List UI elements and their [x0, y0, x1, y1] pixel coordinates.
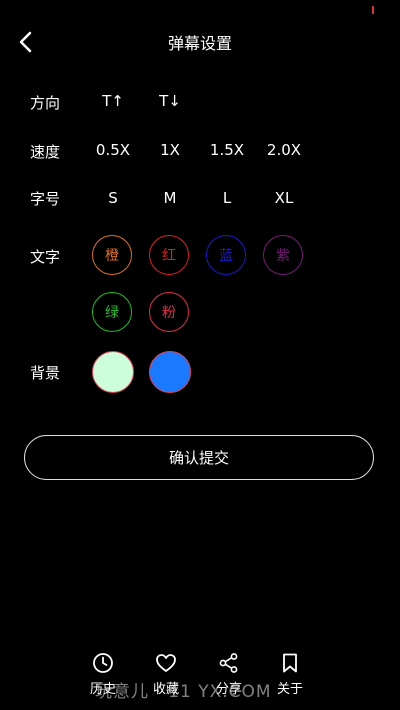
page-title: 弹幕设置	[167, 34, 232, 53]
header: 弹幕设置	[0, 22, 400, 62]
text-color-pink[interactable]: 粉	[149, 292, 189, 332]
watermark: 玩意儿 · 11 YX.COM	[95, 682, 272, 702]
submit-button-label: 确认提交	[168, 449, 229, 467]
font-size-option-s[interactable]: S	[88, 189, 138, 207]
share-icon	[219, 653, 238, 673]
bookmark-icon	[283, 653, 297, 673]
heart-icon	[156, 654, 176, 672]
text-color-orange[interactable]: 橙	[92, 235, 132, 275]
text-color-red[interactable]: 红	[149, 235, 189, 275]
background-swatch-blue[interactable]	[149, 351, 191, 393]
direction-option-down[interactable]: T↓	[145, 92, 195, 110]
status-indicator	[372, 6, 374, 14]
text-color-purple[interactable]: 紫	[263, 235, 303, 275]
background-label: 背景	[30, 364, 61, 382]
speed-label: 速度	[30, 143, 61, 161]
font-size-option-xl[interactable]: XL	[259, 189, 309, 207]
speed-option-0-5x[interactable]: 0.5X	[88, 141, 138, 159]
text-color-blue[interactable]: 蓝	[206, 235, 246, 275]
font-size-label: 字号	[30, 190, 61, 208]
speed-option-1x[interactable]: 1X	[145, 141, 195, 159]
font-size-option-m[interactable]: M	[145, 189, 195, 207]
speed-option-2-0x[interactable]: 2.0X	[259, 141, 309, 159]
font-size-option-l[interactable]: L	[202, 189, 252, 207]
direction-label: 方向	[30, 94, 61, 112]
submit-button[interactable]: 确认提交	[24, 435, 374, 480]
background-swatch-light-green[interactable]	[92, 351, 134, 393]
speed-option-1-5x[interactable]: 1.5X	[202, 141, 252, 159]
text-color-green[interactable]: 绿	[92, 292, 132, 332]
clock-icon	[93, 653, 113, 673]
text-color-label: 文字	[30, 248, 61, 266]
direction-option-up[interactable]: T↑	[88, 92, 138, 110]
